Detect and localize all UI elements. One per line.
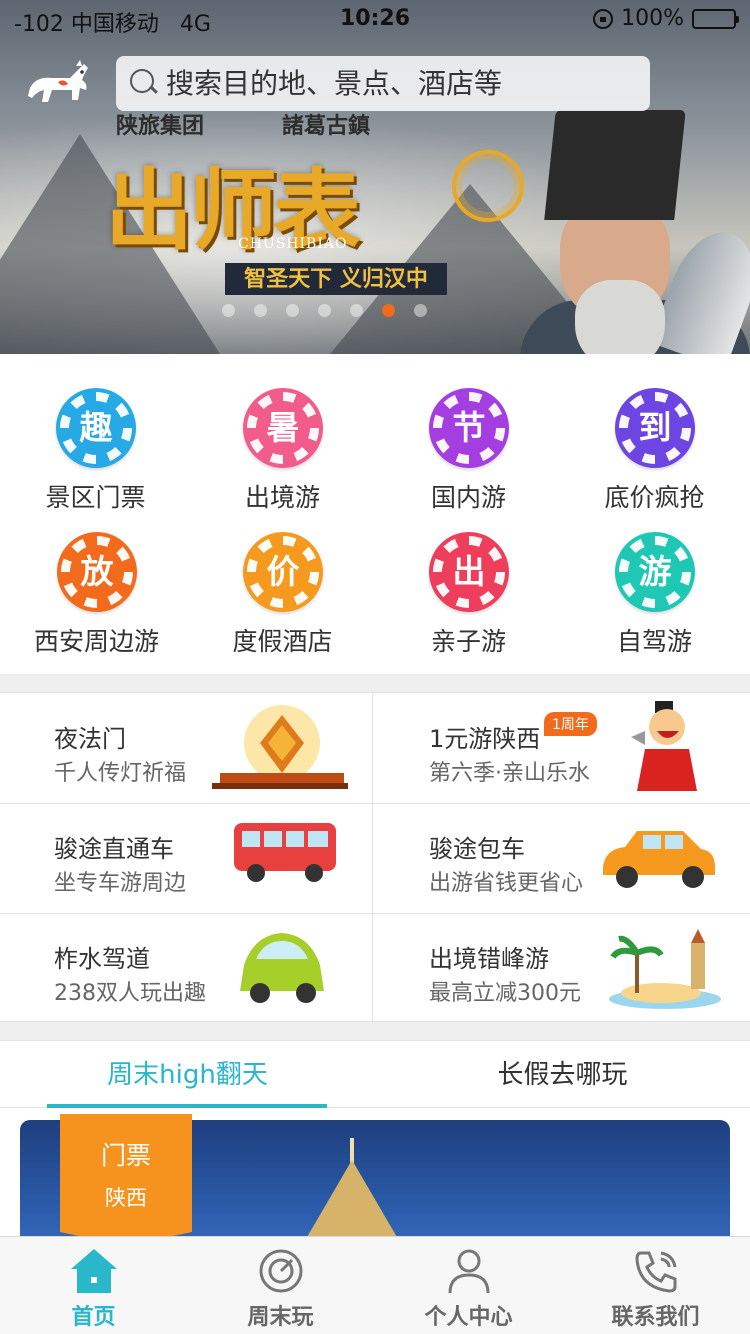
home-icon: [71, 1249, 117, 1293]
car-illustration: [603, 831, 715, 888]
category-flash-deals[interactable]: 到 底价疯抢: [561, 388, 748, 528]
search-bar[interactable]: [116, 56, 650, 111]
nav-weekend[interactable]: 周末玩: [187, 1237, 374, 1334]
category-outbound-travel[interactable]: 暑 出境游: [189, 388, 376, 528]
feature-title: 1元游陕西: [429, 725, 541, 753]
temple-illustration: [212, 705, 348, 789]
category-badge-icon: 到: [615, 388, 695, 468]
feature-title: 出境错峰游: [429, 945, 549, 973]
feature-title: 骏途直通车: [54, 835, 174, 863]
feature-title: 柞水驾道: [54, 945, 150, 973]
carousel-dot[interactable]: [222, 304, 235, 317]
category-badge-icon: 游: [615, 532, 695, 612]
category-badge-icon: 出: [429, 532, 509, 612]
compass-icon: [259, 1249, 303, 1293]
mascot-illustration: [631, 701, 697, 791]
category-label: 亲子游: [430, 627, 506, 656]
category-badge-icon: 放: [57, 532, 137, 612]
category-family-travel[interactable]: 出 亲子游: [375, 532, 562, 672]
category-label: 出境游: [244, 483, 320, 512]
feature-tiles: 夜法门 千人传灯祈福 1元游陕西 第六季·亲山乐水 1周年 骏途直通车 坐专车游…: [0, 692, 750, 1023]
carousel-dot-active[interactable]: [382, 304, 395, 317]
feature-tile-one-yuan-shaanxi[interactable]: 1元游陕西 第六季·亲山乐水: [375, 693, 750, 803]
status-bar: -102 中国移动 4G 10:26 100%: [0, 0, 750, 40]
feature-tile-night-famen[interactable]: 夜法门 千人传灯祈福: [0, 693, 375, 803]
category-scenic-tickets[interactable]: 趣 景区门票: [2, 388, 189, 528]
category-xian-nearby[interactable]: 放 西安周边游: [3, 532, 190, 672]
category-badge-icon: 价: [243, 532, 323, 612]
nav-label: 个人中心: [424, 1305, 513, 1330]
carousel-dot[interactable]: [254, 304, 267, 317]
category-grid: 趣 景区门票 暑 出境游 节 国内游 到 底价疯抢 放 西安周边游 价 度假酒店…: [0, 354, 750, 674]
ticket-tag-title: 门票: [100, 1141, 151, 1170]
category-label: 底价疯抢: [604, 483, 705, 512]
ticket-tag: 门票 陕西: [60, 1114, 192, 1246]
feature-subtitle: 出游省钱更省心: [429, 871, 584, 896]
feature-title: 夜法门: [54, 725, 126, 753]
banner-pinyin: CHUSHIBIAO: [238, 236, 348, 252]
feature-tile-direct-bus[interactable]: 骏途直通车 坐专车游周边: [0, 803, 375, 913]
phone-icon: [635, 1251, 677, 1293]
category-resort-hotels[interactable]: 价 度假酒店: [189, 532, 376, 672]
feature-subtitle: 第六季·亲山乐水: [429, 761, 590, 786]
banner-sponsor-logo: 諸葛古鎮: [282, 113, 371, 139]
app-screen: 陕旅集团 諸葛古鎮 出师表 CHUSHIBIAO 智圣天下 义归汉中 -102 …: [0, 0, 750, 1334]
nav-label: 周末玩: [247, 1305, 314, 1330]
feature-tile-zhashui-drive[interactable]: 柞水驾道 238双人玩出趣: [0, 913, 375, 1023]
category-label: 国内游: [430, 483, 506, 512]
search-icon: [130, 68, 160, 99]
nav-profile[interactable]: 个人中心: [375, 1237, 562, 1334]
carousel-dot[interactable]: [350, 304, 363, 317]
nav-label: 联系我们: [611, 1305, 700, 1330]
carousel-dot[interactable]: [318, 304, 331, 317]
category-domestic-travel[interactable]: 节 国内游: [375, 388, 562, 528]
horse-logo-icon[interactable]: [22, 58, 94, 108]
category-label: 景区门票: [45, 483, 146, 512]
bus-illustration: [234, 823, 336, 882]
carousel-indicator: [222, 304, 427, 317]
feature-title: 骏途包车: [429, 835, 525, 863]
banner-slogan: 智圣天下 义归汉中: [225, 263, 447, 295]
category-label: 自驾游: [616, 627, 692, 656]
status-right: 100%: [593, 6, 739, 31]
tab-label: 长假去哪玩: [497, 1060, 628, 1090]
category-badge-icon: 暑: [243, 388, 323, 468]
carousel-dot[interactable]: [414, 304, 427, 317]
nav-home[interactable]: 首页: [0, 1237, 187, 1334]
banner-character-image: [520, 110, 750, 354]
category-label: 西安周边游: [33, 627, 159, 656]
feature-tile-charter-car[interactable]: 骏途包车 出游省钱更省心: [375, 803, 750, 913]
bottom-navigation: 首页 周末玩 个人中心 联系我们: [0, 1236, 750, 1334]
battery-percent: 100%: [621, 6, 684, 31]
search-input[interactable]: [166, 67, 626, 100]
tab-label: 周末high翻天: [107, 1060, 268, 1090]
tab-weekend[interactable]: 周末high翻天: [0, 1041, 375, 1109]
category-label: 度假酒店: [232, 627, 333, 656]
tab-long-holiday[interactable]: 长假去哪玩: [375, 1041, 750, 1109]
carousel-dot[interactable]: [286, 304, 299, 317]
banner-sponsor-logo: 陕旅集团: [116, 113, 205, 139]
user-icon: [448, 1249, 490, 1294]
battery-icon: [692, 8, 739, 29]
category-badge-icon: 节: [429, 388, 509, 468]
feature-subtitle: 238双人玩出趣: [54, 981, 206, 1006]
orientation-lock-icon: [593, 8, 614, 29]
banner-emblem-icon: [452, 150, 524, 222]
feature-subtitle: 最高立减300元: [429, 981, 581, 1006]
ticket-tag-region: 陕西: [105, 1186, 147, 1210]
island-illustration: [609, 929, 721, 1009]
feature-subtitle: 千人传灯祈福: [54, 761, 187, 786]
banner-carousel[interactable]: 陕旅集团 諸葛古鎮 出师表 CHUSHIBIAO 智圣天下 义归汉中: [0, 0, 750, 354]
nav-label: 首页: [71, 1305, 116, 1330]
green-car-illustration: [240, 933, 324, 1003]
category-self-drive[interactable]: 游 自驾游: [561, 532, 748, 672]
feature-subtitle: 坐专车游周边: [54, 871, 187, 896]
content-tabs: 周末high翻天 长假去哪玩: [0, 1040, 750, 1109]
feature-tile-off-peak-outbound[interactable]: 出境错峰游 最高立减300元: [375, 913, 750, 1023]
category-badge-icon: 趣: [56, 388, 136, 468]
anniversary-badge: 1周年: [544, 712, 597, 736]
nav-contact[interactable]: 联系我们: [562, 1237, 749, 1334]
